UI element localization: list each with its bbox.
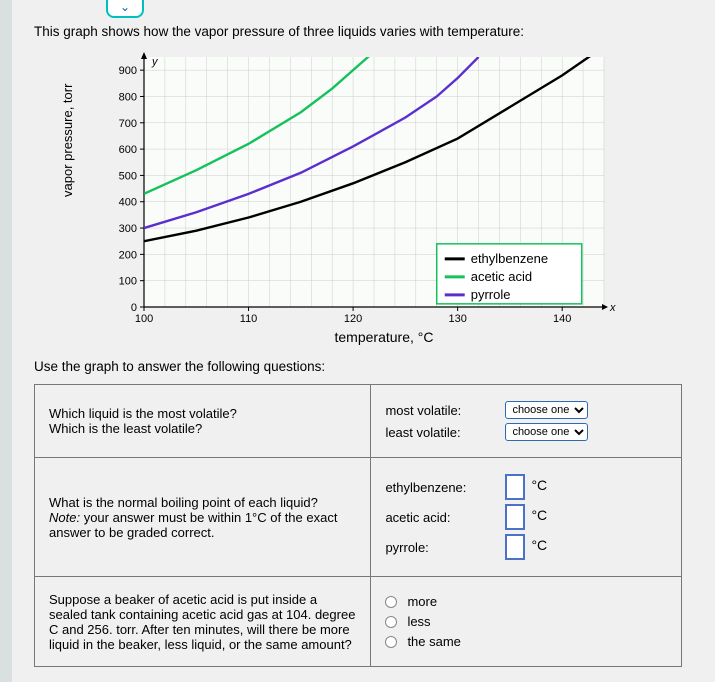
svg-text:600: 600 (119, 144, 137, 156)
svg-text:400: 400 (119, 197, 137, 209)
q2-row2-label: pyrrole: (385, 540, 485, 555)
svg-text:140: 140 (553, 313, 571, 325)
q2-row0-unit: °C (531, 477, 547, 493)
intro-text: This graph shows how the vapor pressure … (34, 24, 705, 39)
svg-text:300: 300 (119, 223, 137, 235)
select-least-volatile[interactable]: choose one (505, 423, 588, 441)
svg-text:120: 120 (344, 313, 362, 325)
q1-answer-cell: most volatile: choose one least volatile… (371, 385, 682, 458)
svg-text:x: x (609, 302, 616, 314)
q2-prompt-cell: What is the normal boiling point of each… (35, 458, 371, 577)
q2-note: your answer must be within 1°C of the ex… (49, 510, 337, 540)
svg-text:100: 100 (119, 276, 137, 288)
svg-text:110: 110 (240, 313, 258, 325)
svg-text:500: 500 (119, 170, 137, 182)
q1-label-least: least volatile: (385, 425, 485, 440)
q2-answer-cell: ethylbenzene: °C acetic acid: °C pyrrole… (371, 458, 682, 577)
main-content: This graph shows how the vapor pressure … (12, 0, 715, 667)
q2-row2-unit: °C (531, 537, 547, 553)
svg-text:800: 800 (119, 91, 137, 103)
q2-row0-label: ethylbenzene: (385, 480, 485, 495)
select-most-volatile[interactable]: choose one (505, 401, 588, 419)
svg-text:130: 130 (448, 313, 466, 325)
input-pyrrole-bp[interactable] (505, 534, 525, 560)
q2-note-prefix: Note: (49, 510, 80, 525)
svg-text:acetic acid: acetic acid (471, 269, 532, 284)
q3-opt0: more (407, 594, 437, 609)
q3-prompt-cell: Suppose a beaker of acetic acid is put i… (35, 577, 371, 667)
q1-label-most: most volatile: (385, 403, 485, 418)
input-ethylbenzene-bp[interactable] (505, 474, 525, 500)
svg-text:pyrrole: pyrrole (471, 287, 511, 302)
svg-text:ethylbenzene: ethylbenzene (471, 251, 548, 266)
question-table: Which liquid is the most volatile? Which… (34, 384, 682, 667)
svg-text:200: 200 (119, 249, 137, 261)
chart-svg: 0100200300400500600700800900100110120130… (64, 47, 644, 327)
radio-same[interactable] (385, 636, 397, 648)
q2-row1-unit: °C (531, 507, 547, 523)
q2-row1-label: acetic acid: (385, 510, 485, 525)
chevron-down-icon: ⌄ (120, 0, 130, 14)
svg-text:100: 100 (135, 313, 153, 325)
x-axis-label: temperature, °C (124, 329, 644, 345)
y-axis-label: vapor pressure, torr (60, 84, 75, 197)
q3-prompt: Suppose a beaker of acetic acid is put i… (49, 592, 356, 652)
radio-less[interactable] (385, 616, 397, 628)
q3-opt2: the same (407, 634, 460, 649)
svg-text:900: 900 (119, 65, 137, 77)
svg-text:700: 700 (119, 118, 137, 130)
chart-container: vapor pressure, torr 0100200300400500600… (64, 47, 644, 347)
q2-prompt-main: What is the normal boiling point of each… (49, 495, 356, 510)
q1-prompt-a: Which liquid is the most volatile? (49, 406, 356, 421)
expand-tab[interactable]: ⌄ (106, 0, 144, 18)
radio-more[interactable] (385, 596, 397, 608)
input-aceticacid-bp[interactable] (505, 504, 525, 530)
instruction-text: Use the graph to answer the following qu… (34, 359, 705, 374)
q1-prompt-cell: Which liquid is the most volatile? Which… (35, 385, 371, 458)
q3-answer-cell: more less the same (371, 577, 682, 667)
q3-opt1: less (407, 614, 430, 629)
q1-prompt-b: Which is the least volatile? (49, 421, 356, 436)
